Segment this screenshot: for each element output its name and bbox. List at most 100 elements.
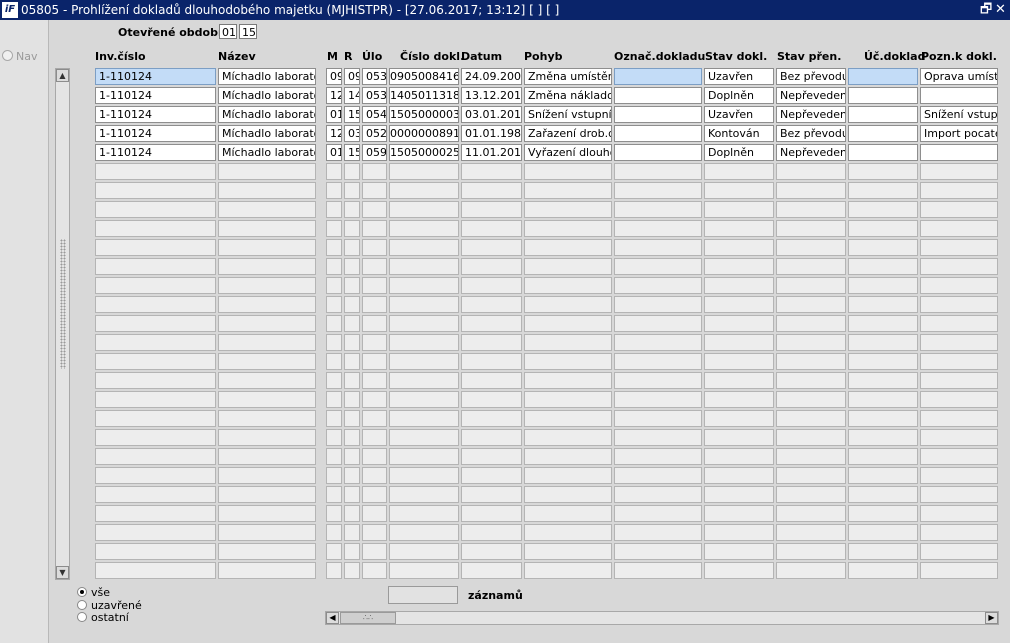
cell-oznac[interactable] — [614, 182, 702, 199]
cell-stav[interactable]: Uzavřen — [704, 68, 774, 85]
cell-ulo[interactable] — [362, 258, 387, 275]
cell-stavpren[interactable]: Nepřevedeno — [776, 87, 846, 104]
cell-pohyb[interactable]: Zařazení drob.dlo — [524, 125, 612, 142]
cell-stav[interactable] — [704, 163, 774, 180]
cell-m[interactable] — [326, 467, 342, 484]
cell-cislo[interactable] — [389, 562, 459, 579]
scroll-thumb[interactable]: ∴∴ — [340, 612, 396, 624]
cell-ulo[interactable] — [362, 410, 387, 427]
cell-inv[interactable] — [95, 258, 216, 275]
cell-ulo[interactable] — [362, 239, 387, 256]
cell-stav[interactable] — [704, 315, 774, 332]
cell-pozn[interactable] — [920, 315, 998, 332]
cell-cislo[interactable]: 0000000891 — [389, 125, 459, 142]
cell-r[interactable] — [344, 353, 360, 370]
cell-r[interactable] — [344, 239, 360, 256]
cell-pozn[interactable] — [920, 334, 998, 351]
cell-stavpren[interactable] — [776, 277, 846, 294]
cell-cislo[interactable] — [389, 391, 459, 408]
cell-stav[interactable] — [704, 239, 774, 256]
cell-pohyb[interactable] — [524, 429, 612, 446]
cell-stav[interactable]: Uzavřen — [704, 106, 774, 123]
cell-m[interactable] — [326, 524, 342, 541]
cell-ucdoklad[interactable] — [848, 87, 918, 104]
cell-pozn[interactable] — [920, 258, 998, 275]
cell-ucdoklad[interactable] — [848, 410, 918, 427]
cell-pozn[interactable] — [920, 87, 998, 104]
cell-pohyb[interactable] — [524, 296, 612, 313]
cell-stav[interactable] — [704, 391, 774, 408]
cell-datum[interactable] — [461, 258, 522, 275]
cell-stavpren[interactable] — [776, 543, 846, 560]
cell-oznac[interactable] — [614, 87, 702, 104]
cell-ulo[interactable] — [362, 429, 387, 446]
cell-stav[interactable] — [704, 258, 774, 275]
cell-m[interactable] — [326, 277, 342, 294]
cell-m[interactable] — [326, 372, 342, 389]
cell-ulo[interactable] — [362, 448, 387, 465]
cell-cislo[interactable] — [389, 239, 459, 256]
cell-pohyb[interactable] — [524, 562, 612, 579]
cell-ulo[interactable] — [362, 277, 387, 294]
cell-inv[interactable] — [95, 543, 216, 560]
cell-r[interactable] — [344, 391, 360, 408]
cell-datum[interactable] — [461, 486, 522, 503]
cell-oznac[interactable] — [614, 448, 702, 465]
radio-icon[interactable] — [77, 612, 87, 622]
cell-datum[interactable] — [461, 334, 522, 351]
cell-inv[interactable] — [95, 429, 216, 446]
cell-nazev[interactable] — [218, 448, 316, 465]
cell-ucdoklad[interactable] — [848, 543, 918, 560]
cell-inv[interactable] — [95, 372, 216, 389]
cell-ucdoklad[interactable] — [848, 144, 918, 161]
cell-stavpren[interactable]: Bez převodu d — [776, 68, 846, 85]
cell-cislo[interactable] — [389, 201, 459, 218]
cell-m[interactable] — [326, 410, 342, 427]
cell-ucdoklad[interactable] — [848, 562, 918, 579]
cell-r[interactable] — [344, 543, 360, 560]
cell-oznac[interactable] — [614, 106, 702, 123]
cell-pohyb[interactable] — [524, 182, 612, 199]
cell-stavpren[interactable] — [776, 562, 846, 579]
cell-inv[interactable] — [95, 201, 216, 218]
cell-nazev[interactable] — [218, 258, 316, 275]
close-window-icon[interactable]: ✕ — [995, 0, 1006, 20]
cell-r[interactable]: 03 — [344, 125, 360, 142]
cell-stav[interactable] — [704, 543, 774, 560]
cell-pozn[interactable] — [920, 467, 998, 484]
cell-m[interactable]: 12 — [326, 125, 342, 142]
cell-pohyb[interactable] — [524, 201, 612, 218]
cell-datum[interactable]: 03.01.2015 — [461, 106, 522, 123]
cell-r[interactable] — [344, 448, 360, 465]
cell-r[interactable] — [344, 315, 360, 332]
cell-stav[interactable] — [704, 353, 774, 370]
cell-datum[interactable] — [461, 315, 522, 332]
cell-oznac[interactable] — [614, 410, 702, 427]
cell-ulo[interactable] — [362, 467, 387, 484]
cell-ucdoklad[interactable] — [848, 106, 918, 123]
cell-inv[interactable] — [95, 239, 216, 256]
cell-ucdoklad[interactable] — [848, 486, 918, 503]
cell-ulo[interactable] — [362, 353, 387, 370]
cell-ulo[interactable]: 054 — [362, 106, 387, 123]
cell-inv[interactable] — [95, 410, 216, 427]
cell-cislo[interactable] — [389, 505, 459, 522]
cell-ulo[interactable] — [362, 524, 387, 541]
cell-cislo[interactable] — [389, 315, 459, 332]
cell-cislo[interactable]: 1405011318 — [389, 87, 459, 104]
cell-pozn[interactable]: Import pocatecn — [920, 125, 998, 142]
cell-ucdoklad[interactable] — [848, 448, 918, 465]
cell-cislo[interactable] — [389, 258, 459, 275]
cell-nazev[interactable] — [218, 296, 316, 313]
cell-inv[interactable]: 1-110124 — [95, 125, 216, 142]
cell-inv[interactable] — [95, 296, 216, 313]
cell-cislo[interactable] — [389, 372, 459, 389]
cell-ucdoklad[interactable] — [848, 296, 918, 313]
cell-stavpren[interactable] — [776, 448, 846, 465]
scroll-left-icon[interactable]: ◀ — [326, 612, 339, 624]
cell-datum[interactable] — [461, 524, 522, 541]
cell-nazev[interactable]: Míchadlo laboratorní — [218, 144, 316, 161]
cell-pohyb[interactable] — [524, 258, 612, 275]
cell-m[interactable] — [326, 163, 342, 180]
cell-oznac[interactable] — [614, 334, 702, 351]
